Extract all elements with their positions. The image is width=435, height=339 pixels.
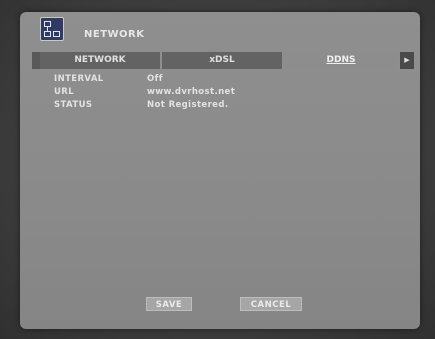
dialog-title: NETWORK	[84, 29, 145, 40]
status-label: STATUS	[54, 100, 93, 110]
tab-ddns[interactable]: DDNS	[284, 52, 398, 69]
tab-xdsl[interactable]: xDSL	[162, 52, 282, 69]
status-value: Not Registered.	[147, 100, 229, 110]
save-button[interactable]: SAVE	[146, 297, 192, 311]
url-value[interactable]: www.dvrhost.net	[147, 87, 235, 97]
tab-bar: NETWORK xDSL DDNS ▶	[32, 52, 414, 69]
tab-bar-left-cap	[32, 52, 40, 69]
screen: NETWORK NETWORK xDSL DDNS ▶ INTERVAL Off…	[0, 0, 435, 339]
url-label: URL	[54, 87, 75, 97]
interval-value[interactable]: Off	[147, 74, 163, 84]
dialog-header: NETWORK	[20, 12, 420, 50]
interval-label: INTERVAL	[54, 74, 104, 84]
network-dialog: NETWORK NETWORK xDSL DDNS ▶ INTERVAL Off…	[20, 12, 420, 329]
network-icon-node	[53, 31, 60, 37]
cancel-button[interactable]: CANCEL	[240, 297, 302, 311]
arrow-right-icon[interactable]: ▶	[400, 52, 414, 69]
network-icon-node	[44, 31, 51, 37]
tab-network[interactable]: NETWORK	[40, 52, 160, 69]
network-icon	[40, 17, 64, 41]
